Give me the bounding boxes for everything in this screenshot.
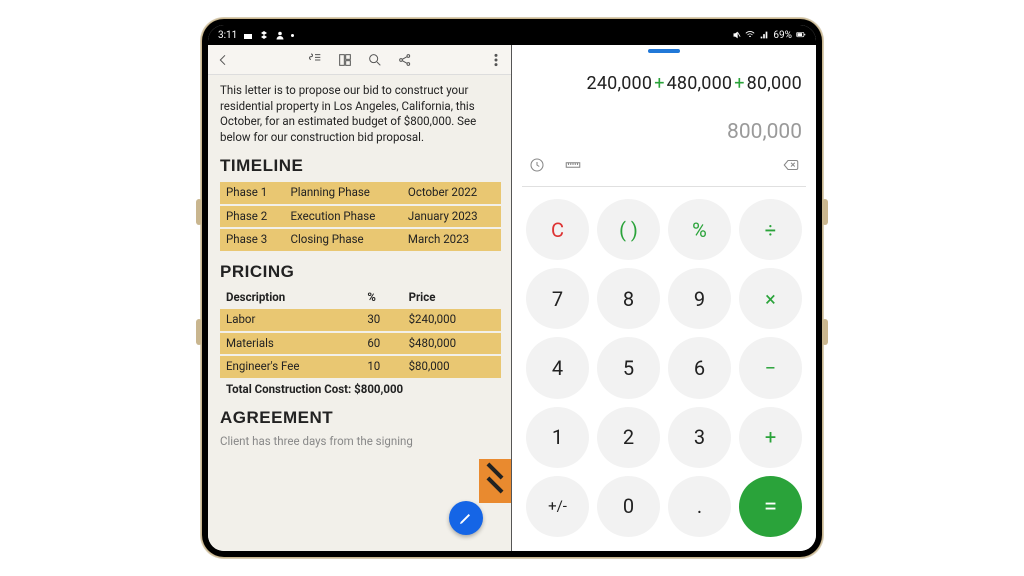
edit-button[interactable] (449, 501, 483, 535)
account-icon (275, 30, 285, 40)
device-frame: 3:11 (202, 19, 822, 557)
table-row: Phase 2Execution PhaseJanuary 2023 (220, 205, 501, 229)
key-7[interactable]: 7 (526, 268, 589, 329)
status-bar: 3:11 (208, 25, 816, 45)
pricing-heading: PRICING (220, 261, 501, 284)
back-icon[interactable] (214, 51, 232, 69)
ruler-icon[interactable] (564, 156, 582, 178)
battery-pct: 69% (773, 30, 792, 41)
key-subtract[interactable]: − (739, 337, 802, 398)
key-3[interactable]: 3 (668, 407, 731, 468)
table-row: Labor30$240,000 (220, 309, 501, 332)
key-paren[interactable]: ( ) (597, 199, 660, 260)
mute-icon (731, 30, 741, 40)
status-time: 3:11 (218, 30, 237, 41)
table-header-row: Description % Price (220, 287, 501, 309)
dropbox-icon (259, 30, 269, 40)
history-icon[interactable] (528, 156, 546, 178)
key-decimal[interactable]: . (668, 476, 731, 537)
key-equals[interactable]: = (739, 476, 802, 537)
search-icon[interactable] (366, 51, 384, 69)
key-6[interactable]: 6 (668, 337, 731, 398)
intro-paragraph: This letter is to propose our bid to con… (220, 83, 501, 145)
style-icon[interactable] (306, 51, 324, 69)
battery-icon (796, 30, 806, 40)
pricing-table: Description % Price Labor30$240,000 Mate… (220, 287, 501, 377)
key-5[interactable]: 5 (597, 337, 660, 398)
key-multiply[interactable]: × (739, 268, 802, 329)
signal-icon (759, 30, 769, 40)
viewport: 3:11 (0, 0, 1024, 576)
backspace-icon[interactable] (782, 156, 800, 178)
calc-keypad: C ( ) % ÷ 7 8 9 × 4 5 6 − 1 2 (512, 187, 816, 551)
agreement-preview: Client has three days from the signing (220, 434, 501, 450)
key-sign[interactable]: +/- (526, 476, 589, 537)
more-icon[interactable] (487, 51, 505, 69)
split-handle[interactable] (648, 49, 680, 53)
key-1[interactable]: 1 (526, 407, 589, 468)
table-row: Engineer's Fee10$80,000 (220, 355, 501, 378)
layout-icon[interactable] (336, 51, 354, 69)
key-divide[interactable]: ÷ (739, 199, 802, 260)
calc-result: 800,000 (526, 120, 802, 144)
wifi-icon (745, 30, 755, 40)
split-screen: This letter is to propose our bid to con… (208, 45, 816, 551)
key-0[interactable]: 0 (597, 476, 660, 537)
agreement-heading: AGREEMENT (220, 407, 501, 430)
key-clear[interactable]: C (526, 199, 589, 260)
notification-icon (243, 30, 253, 40)
table-row: Materials60$480,000 (220, 332, 501, 356)
pencil-icon (458, 510, 474, 526)
share-icon[interactable] (396, 51, 414, 69)
calculator-app: 240,000+480,000+80,000 800,000 C ( ) (512, 45, 816, 551)
total-cost: Total Construction Cost: $800,000 (220, 382, 501, 398)
calc-utility-row (512, 150, 816, 186)
key-9[interactable]: 9 (668, 268, 731, 329)
key-8[interactable]: 8 (597, 268, 660, 329)
document-toolbar (208, 45, 511, 75)
key-percent[interactable]: % (668, 199, 731, 260)
table-row: Phase 3Closing PhaseMarch 2023 (220, 228, 501, 251)
timeline-heading: TIMELINE (220, 155, 501, 178)
key-4[interactable]: 4 (526, 337, 589, 398)
timeline-table: Phase 1Planning PhaseOctober 2022 Phase … (220, 182, 501, 251)
screen: 3:11 (208, 25, 816, 551)
document-body[interactable]: This letter is to propose our bid to con… (208, 75, 511, 551)
key-2[interactable]: 2 (597, 407, 660, 468)
dot-icon (291, 34, 294, 37)
document-app: This letter is to propose our bid to con… (208, 45, 512, 551)
calc-expression: 240,000+480,000+80,000 (526, 73, 802, 94)
calculator-display: 240,000+480,000+80,000 800,000 (512, 45, 816, 150)
key-add[interactable]: + (739, 407, 802, 468)
table-row: Phase 1Planning PhaseOctober 2022 (220, 182, 501, 205)
decorative-sticker (479, 459, 511, 503)
